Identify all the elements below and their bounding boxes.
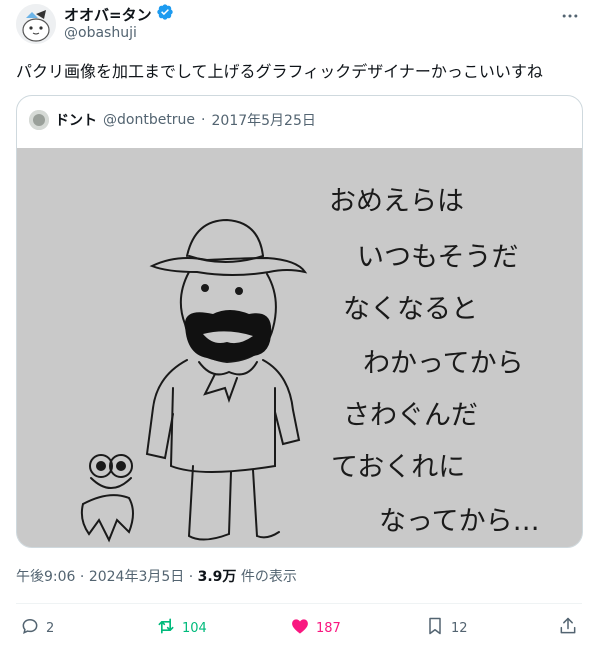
author-display-name[interactable]: オオバ=タン [64, 4, 152, 25]
retweet-button[interactable]: 104 [156, 614, 207, 642]
post-metadata: 午後9:06 · 2024年3月5日 · 3.9万 件の表示 [16, 566, 297, 586]
bookmark-count: 12 [451, 620, 468, 636]
post-time[interactable]: 午後9:06 [16, 569, 75, 585]
image-text-line: わかってから [363, 348, 524, 379]
like-button[interactable]: 187 [290, 614, 341, 642]
quoted-author-name: ドント [55, 113, 97, 129]
quoted-separator: · [201, 112, 206, 128]
more-icon[interactable] [558, 4, 582, 28]
reply-button[interactable]: 2 [20, 614, 54, 642]
retweet-count: 104 [182, 620, 207, 636]
share-icon [558, 616, 578, 640]
verified-icon [156, 3, 174, 25]
reply-icon [20, 616, 40, 640]
like-count: 187 [316, 620, 341, 636]
image-text-line: ておくれに [331, 452, 465, 483]
image-text-line: おめえらは [329, 186, 464, 217]
quoted-date: 2017年5月25日 [211, 113, 316, 129]
views-label: 件の表示 [240, 569, 297, 585]
quoted-post-header: ドント @dontbetrue · 2017年5月25日 [29, 108, 316, 132]
action-bar: 2 104 187 12 [0, 614, 598, 642]
image-text-line: なってから… [379, 506, 540, 537]
author-handle[interactable]: @obashuji [64, 25, 137, 41]
meta-separator: · [188, 569, 194, 585]
tweet-text: パクリ画像を加工までして上げるグラフィックデザイナーかっこいいすね [16, 62, 543, 81]
quoted-post[interactable]: ドント @dontbetrue · 2017年5月25日 おめえらは いつもそう… [16, 95, 583, 548]
quoted-author-avatar [29, 110, 49, 130]
quoted-author-handle: @dontbetrue [103, 112, 196, 128]
divider [16, 603, 582, 604]
bookmark-button[interactable]: 12 [425, 614, 468, 642]
meta-separator: · [79, 569, 85, 585]
views-count: 3.9万 [197, 569, 237, 585]
image-text-line: いつもそうだ [357, 242, 518, 273]
quoted-image[interactable]: おめえらは いつもそうだ なくなると わかってから さわぐんだ ておくれに なっ… [17, 148, 582, 547]
post-date[interactable]: 2024年3月5日 [89, 569, 184, 585]
like-icon [290, 616, 310, 640]
post: オオバ=タン @obashuji パクリ画像を加工までして上げるグラフィックデザ… [0, 0, 598, 650]
author-name-row: オオバ=タン [64, 3, 174, 25]
share-button[interactable] [558, 614, 578, 642]
image-text-line: なくなると [343, 294, 478, 325]
bookmark-icon [425, 616, 445, 640]
image-text-line: さわぐんだ [343, 400, 478, 431]
retweet-icon [156, 616, 176, 640]
author-avatar[interactable] [16, 4, 56, 44]
reply-count: 2 [46, 620, 55, 636]
